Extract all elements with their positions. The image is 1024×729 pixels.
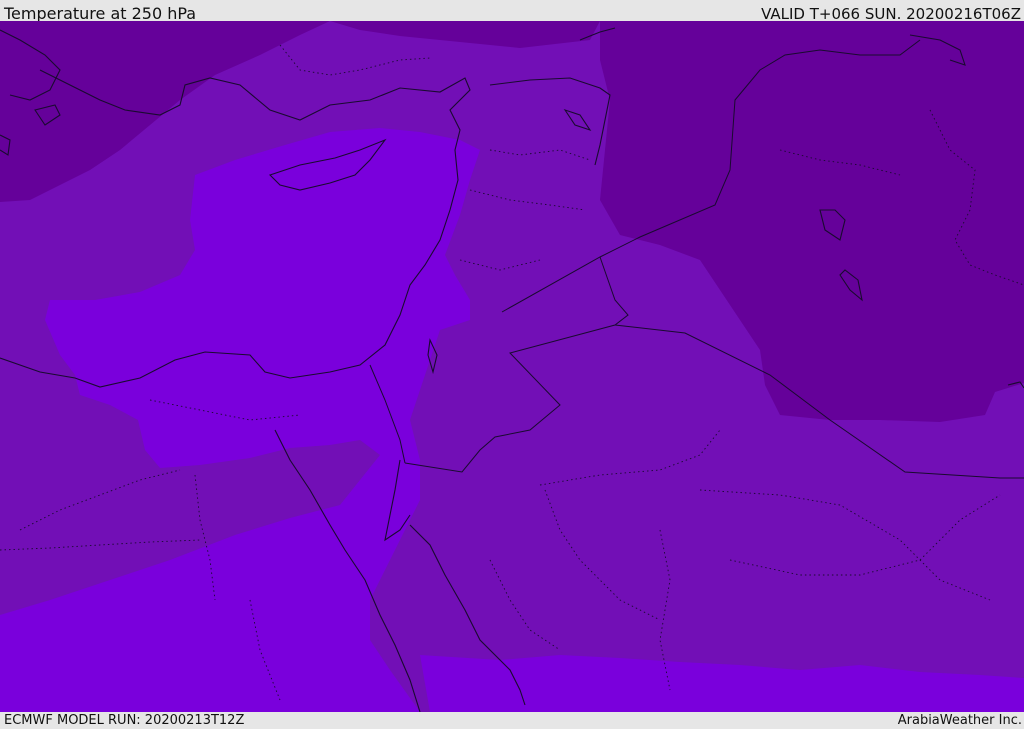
temperature-map[interactable]: [0, 21, 1024, 712]
model-run-label: ECMWF MODEL RUN: 20200213T12Z: [4, 713, 245, 728]
footer-bar: ECMWF MODEL RUN: 20200213T12Z ArabiaWeat…: [0, 712, 1024, 729]
credit-label: ArabiaWeather Inc.: [897, 713, 1022, 728]
header-bar: Temperature at 250 hPa VALID T+066 SUN. …: [0, 0, 1024, 23]
